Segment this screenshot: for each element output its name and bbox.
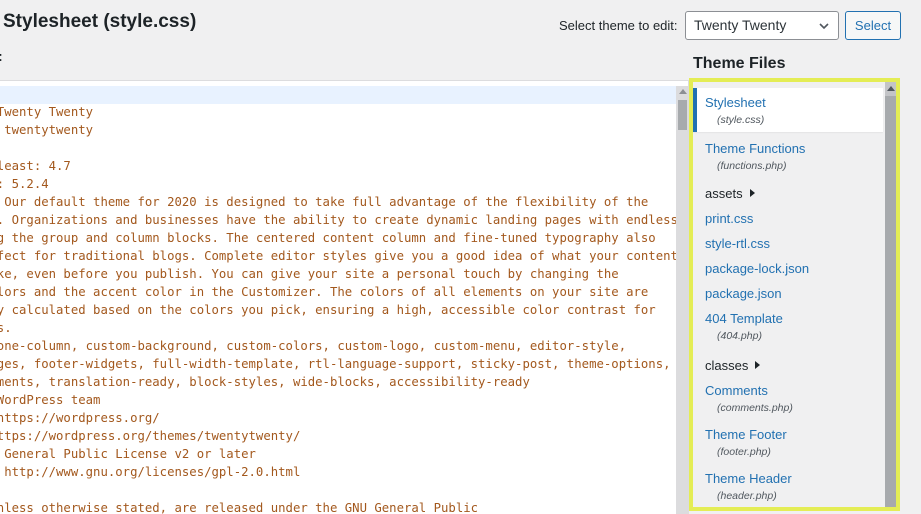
theme-file-theme-footer[interactable]: Theme Footer (footer.php) xyxy=(693,424,883,460)
theme-file-name[interactable]: Comments xyxy=(705,382,883,400)
theme-select-value: Twenty Twenty xyxy=(694,17,787,33)
code-line[interactable]: I: http://www.gnu.org/licenses/gpl-2.0.h… xyxy=(0,463,676,481)
theme-file-name[interactable]: Stylesheet xyxy=(705,94,883,112)
folder-assets[interactable]: assets xyxy=(693,183,883,203)
theme-file-comments[interactable]: Comments (comments.php) xyxy=(693,380,883,416)
code-lines[interactable]: Twenty Twentyn: twentytwenty4: least: 4.… xyxy=(0,103,678,514)
scroll-up-icon[interactable] xyxy=(887,86,895,91)
code-line[interactable]: https://wordpress.org/themes/twentytwent… xyxy=(0,427,676,445)
theme-file-filename: (header.php) xyxy=(717,490,777,502)
code-line[interactable]: Twenty Twenty xyxy=(0,103,676,121)
select-theme-label: Select theme to edit: xyxy=(559,18,678,33)
theme-file-name[interactable]: Theme Header xyxy=(705,470,883,488)
theme-file-name[interactable]: Theme Functions xyxy=(705,140,883,158)
code-line[interactable]: : least: 4.7 xyxy=(0,157,676,175)
theme-file-name[interactable]: style-rtl.css xyxy=(705,235,883,253)
theme-file-name[interactable]: Theme Footer xyxy=(705,426,883,444)
code-line[interactable]: 4 xyxy=(0,139,676,157)
code-line[interactable]: HP: 5.2.4 xyxy=(0,175,676,193)
code-line[interactable]: NU General Public License v2 or later xyxy=(0,445,676,463)
code-line[interactable]: like, even before you publish. You can g… xyxy=(0,265,676,283)
theme-file-stylesheet[interactable]: Stylesheet (style.css) xyxy=(693,88,883,132)
editor-scrollbar-thumb[interactable] xyxy=(678,100,687,130)
code-line[interactable]: or. Organizations and businesses have th… xyxy=(0,211,678,229)
editor-scrollbar[interactable] xyxy=(676,86,688,514)
code-editor[interactable]: Twenty Twentyn: twentytwenty4: least: 4.… xyxy=(0,80,689,514)
theme-select[interactable]: Twenty Twenty xyxy=(685,11,839,40)
code-line[interactable]: erfect for traditional blogs. Complete e… xyxy=(0,247,678,265)
code-line[interactable]: : one-column, custom-background, custom-… xyxy=(0,337,676,355)
theme-file-filename: (comments.php) xyxy=(717,402,793,414)
theme-files-scrollbar[interactable] xyxy=(885,82,896,507)
theme-file-name[interactable]: print.css xyxy=(705,210,883,228)
scroll-up-icon[interactable] xyxy=(679,89,687,94)
page-title: Stylesheet (style.css) xyxy=(3,11,197,32)
theme-file-name[interactable]: package.json xyxy=(705,285,883,303)
code-line[interactable]: ing the group and column blocks. The cen… xyxy=(0,229,676,247)
code-line[interactable]: : https://wordpress.org/ xyxy=(0,409,676,427)
theme-files-heading: Theme Files xyxy=(693,55,786,72)
caret-right-icon xyxy=(755,361,761,369)
code-line[interactable]: n: twentytwenty xyxy=(0,121,676,139)
code-line[interactable]: mages, footer-widgets, full-width-templa… xyxy=(0,355,676,373)
theme-file-filename: (footer.php) xyxy=(717,446,771,458)
theme-file-package-json[interactable]: package.json xyxy=(693,283,883,303)
theme-file-name[interactable]: 404 Template xyxy=(705,310,883,328)
theme-file-filename: (style.css) xyxy=(717,114,765,126)
code-line[interactable]: colors and the accent color in the Custo… xyxy=(0,283,676,301)
select-theme-button[interactable]: Select xyxy=(845,11,901,40)
file-label: : xyxy=(0,48,3,64)
theme-files-scrollbar-thumb[interactable] xyxy=(885,96,896,507)
folder-label: classes xyxy=(705,358,749,373)
theme-file-404-template[interactable]: 404 Template (404.php) xyxy=(693,308,883,344)
active-line-highlight xyxy=(0,86,676,104)
theme-files-panel: Stylesheet (style.css) Theme Functions (fun… xyxy=(689,78,900,511)
theme-file-print-css[interactable]: print.css xyxy=(693,208,883,228)
caret-right-icon xyxy=(749,189,755,197)
theme-file-theme-header[interactable]: Theme Header (header.php) xyxy=(693,468,883,504)
theme-file-package-lock-json[interactable]: package-lock.json xyxy=(693,258,883,278)
theme-file-filename: (404.php) xyxy=(717,330,762,342)
theme-file-style-rtl-css[interactable]: style-rtl.css xyxy=(693,233,883,253)
theme-file-theme-functions[interactable]: Theme Functions (functions.php) xyxy=(693,138,883,172)
theme-file-name[interactable]: package-lock.json xyxy=(705,260,883,278)
code-line[interactable] xyxy=(0,481,676,499)
code-line[interactable]: e WordPress team xyxy=(0,391,676,409)
code-line[interactable]: lly calculated based on the colors you p… xyxy=(0,301,676,319)
code-line[interactable]: unless otherwise stated, are released un… xyxy=(0,499,676,514)
code-line[interactable]: ors. xyxy=(0,319,676,337)
theme-editor-screen: Stylesheet (style.css) : Select theme to… xyxy=(0,0,921,514)
code-line[interactable]: omments, translation-ready, block-styles… xyxy=(0,373,676,391)
chevron-down-icon xyxy=(819,23,829,30)
folder-classes[interactable]: classes xyxy=(693,355,883,375)
theme-file-filename: (functions.php) xyxy=(717,160,787,172)
code-line[interactable]: n: Our default theme for 2020 is designe… xyxy=(0,193,676,211)
folder-label: assets xyxy=(705,186,743,201)
